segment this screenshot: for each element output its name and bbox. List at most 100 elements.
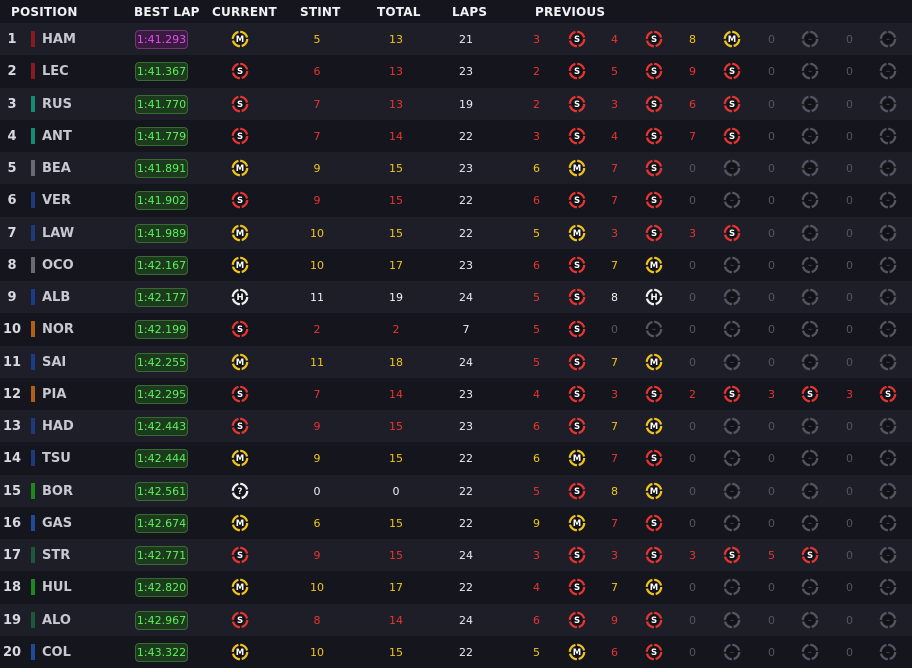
header-current[interactable]: CURRENT <box>212 5 277 19</box>
best-lap-badge: 1:42.295 <box>135 384 188 404</box>
total-laps: 15 <box>389 194 403 208</box>
table-row[interactable]: 15 BOR 1:42.561? 0 0 22 5 S 8 M 0 – 0 – 0 – <box>0 474 912 507</box>
previous-stint-laps: 8 <box>611 291 618 304</box>
table-row[interactable]: 8 OCO 1:42.167 M 10 17 23 6 S 7 M 0 – 0 – 0 – <box>0 248 912 281</box>
previous-tyre-empty-icon: – <box>723 578 741 596</box>
svg-text:S: S <box>237 100 243 110</box>
svg-text:S: S <box>651 132 657 142</box>
svg-text:S: S <box>729 132 735 142</box>
laps-count: 23 <box>459 162 473 175</box>
header-best-lap[interactable]: BEST LAP <box>134 5 200 19</box>
previous-tyre-empty-icon: – <box>879 95 897 113</box>
previous-stint-laps: 5 <box>533 484 540 498</box>
team-color-bar <box>31 95 35 112</box>
previous-tyre-soft-icon: S <box>879 385 897 403</box>
svg-text:S: S <box>574 616 580 626</box>
timing-table: 1 HAM 1:41.293 M 5 13 21 3 S 4 S 8 M 0–0–2 LEC 1:41.367… <box>0 23 912 668</box>
position-number: 11 <box>2 354 22 370</box>
current-tyre-soft-icon: S <box>231 320 249 338</box>
previous-tyre-empty-icon: – <box>801 95 819 113</box>
header-stint[interactable]: STINT <box>300 5 341 19</box>
previous-stint-laps: 6 <box>689 97 696 111</box>
table-row[interactable]: 19 ALO 1:42.967 S 8 14 24 6 S 9 S 0 – 0 – 0 – <box>0 603 912 636</box>
table-row[interactable]: 6 VER 1:41.902 S 9 15 22 6 S 7 S 0 – 0 – 0 – <box>0 184 912 217</box>
table-row[interactable]: 17 STR 1:42.771 S 9 15 24 3 S 3 S 3 S 5 S 0 – <box>0 539 912 572</box>
svg-text:S: S <box>651 454 657 464</box>
previous-stint-laps: 0 <box>768 645 775 659</box>
previous-tyre-soft-icon: S <box>645 62 663 80</box>
stint-laps: 8 <box>313 613 321 627</box>
previous-tyre-soft-icon: S <box>723 546 741 564</box>
total-laps: 15 <box>389 549 403 562</box>
best-lap-badge: 1:42.820 <box>135 578 188 598</box>
svg-text:–: – <box>730 358 734 368</box>
previous-stint-laps: 6 <box>533 162 540 175</box>
table-row[interactable]: 3 RUS 1:41.770 S 7 13 19 2 S 3 S 6 S 0 – 0 – <box>0 87 912 120</box>
svg-text:S: S <box>237 325 243 335</box>
table-row[interactable]: 10 NOR 1:42.199 S 2 2 7 5 S 0 – 0 – 0 – 0 – <box>0 313 912 346</box>
table-row[interactable]: 20 COL 1:43.322 M 10 15 22 5 M 6 S 0 – 0 – 0 – <box>0 635 912 668</box>
driver-code: PIA <box>42 386 67 402</box>
stint-laps: 10 <box>310 581 324 595</box>
previous-stint-laps: 0 <box>689 323 696 337</box>
total-laps: 13 <box>389 33 403 46</box>
previous-tyre-soft-icon: S <box>723 62 741 80</box>
driver-code: HUL <box>42 580 72 596</box>
driver-code: BOR <box>42 483 73 499</box>
table-row[interactable]: 11 SAI 1:42.255 M 11 18 24 5 S 7 M 0 – 0 – 0 – <box>0 345 912 378</box>
best-lap-badge: 1:41.902 <box>135 191 188 211</box>
header-previous[interactable]: PREVIOUS <box>535 5 605 19</box>
svg-text:S: S <box>807 390 813 400</box>
svg-text:–: – <box>886 519 890 529</box>
team-color-bar <box>31 31 35 47</box>
svg-text:S: S <box>237 132 243 142</box>
previous-tyre-empty-icon: – <box>723 159 741 177</box>
table-row[interactable]: 13 HAD 1:42.443 S 9 15 23 6 S 7 M 0 – 0 – 0 – <box>0 410 912 443</box>
team-color-bar <box>31 450 35 467</box>
position-number: 3 <box>7 96 17 112</box>
table-row[interactable]: 2 LEC 1:41.367 S 6 13 23 2 S 5 S 9 S 0 – 0 – <box>0 55 912 88</box>
stint-laps: 11 <box>310 355 324 369</box>
table-row[interactable]: 5 BEA 1:41.891 M 9 15 23 6 M 7 S 0 – 0 – 0 – <box>0 152 912 185</box>
team-color-bar <box>31 127 35 144</box>
header-laps[interactable]: LAPS <box>452 5 487 19</box>
table-row[interactable]: 16 GAS 1:42.674 M 6 15 22 9 M 7 S 0 – 0 – 0 – <box>0 506 912 539</box>
header-position[interactable]: POSITION <box>11 5 78 19</box>
previous-stint-laps: 0 <box>846 226 853 240</box>
table-row[interactable]: 7 LAW 1:41.989 M 10 15 22 5 M 3 S 3 S 0 – 0 – <box>0 216 912 249</box>
stint-laps: 6 <box>313 65 321 79</box>
svg-text:S: S <box>574 583 580 593</box>
previous-tyre-hard-icon: H <box>645 288 663 306</box>
previous-stint-laps: 0 <box>611 323 618 337</box>
svg-text:S: S <box>574 132 580 142</box>
previous-stint-laps: 6 <box>533 613 540 627</box>
svg-text:–: – <box>808 293 812 303</box>
previous-stint-laps: 5 <box>533 291 540 304</box>
current-tyre-soft-icon: S <box>231 191 249 209</box>
svg-text:–: – <box>730 325 734 335</box>
header-total[interactable]: TOTAL <box>377 5 421 19</box>
table-row[interactable]: 18 HUL 1:42.820 M 10 17 22 4 S 7 M 0 – 0 – 0 – <box>0 571 912 604</box>
table-row[interactable]: 4 ANT 1:41.779 S 7 14 22 3 S 4 S 7 S 0 – 0 – <box>0 119 912 152</box>
previous-stint-laps: 6 <box>533 194 540 208</box>
driver-code: OCO <box>42 257 74 273</box>
svg-text:–: – <box>808 487 812 497</box>
stint-laps: 0 <box>313 484 321 498</box>
previous-stint-laps: 0 <box>689 162 696 175</box>
team-color-bar <box>31 256 35 273</box>
driver-code: VER <box>42 193 71 209</box>
stint-laps: 5 <box>313 33 321 46</box>
total-laps: 13 <box>389 97 403 111</box>
previous-tyre-empty-icon: – <box>879 546 897 564</box>
svg-text:–: – <box>808 616 812 626</box>
previous-stint-laps: 8 <box>689 33 696 46</box>
table-row[interactable]: 12 PIA 1:42.295 S 7 14 23 4 S 3 S 2 S 3 S 3 S <box>0 377 912 410</box>
table-row[interactable]: 1 HAM 1:41.293 M 5 13 21 3 S 4 S 8 M 0 – 0 – <box>0 23 912 56</box>
position-number: 2 <box>7 64 17 80</box>
table-row[interactable]: 14 TSU 1:42.444 M 9 15 22 6 M 7 S 0 – 0 – 0 – <box>0 442 912 475</box>
driver-code: SAI <box>42 354 67 370</box>
previous-tyre-empty-icon: – <box>723 320 741 338</box>
previous-stint-laps: 9 <box>689 65 696 79</box>
table-row[interactable]: 9 ALB 1:42.177 H 11 19 24 5 S 8 H 0 – 0 – 0 – <box>0 281 912 314</box>
laps-count: 7 <box>462 323 470 337</box>
